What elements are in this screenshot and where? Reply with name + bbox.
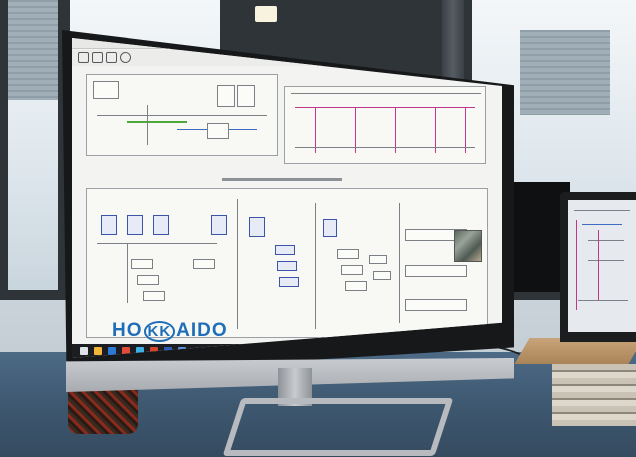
- window-blind-left: [8, 0, 58, 100]
- search-icon: [120, 52, 131, 63]
- laptop-display: [568, 200, 636, 332]
- book-stack: [552, 364, 636, 426]
- window-blind-right: [520, 30, 610, 115]
- taskbar-app-icon: [108, 347, 116, 355]
- home-icon: [78, 52, 89, 63]
- print-icon: [106, 52, 117, 63]
- monitor-screen: HO KK AIDO: [72, 38, 502, 358]
- schematic-panel-bottom: [86, 188, 488, 338]
- taskbar-start-icon: [80, 347, 88, 355]
- save-icon: [92, 52, 103, 63]
- monitor-stand: [222, 398, 454, 456]
- screen-logo: HO KK AIDO: [112, 320, 228, 342]
- schematic-panel-top-right: [284, 86, 486, 164]
- schematic-title: [222, 178, 342, 181]
- thumbnail-photo: [454, 230, 482, 262]
- ceiling-light: [255, 6, 277, 22]
- schematic-panel-top-left: [86, 74, 278, 156]
- taskbar-app-icon: [94, 347, 102, 355]
- office-photo: HO KK AIDO: [0, 0, 636, 457]
